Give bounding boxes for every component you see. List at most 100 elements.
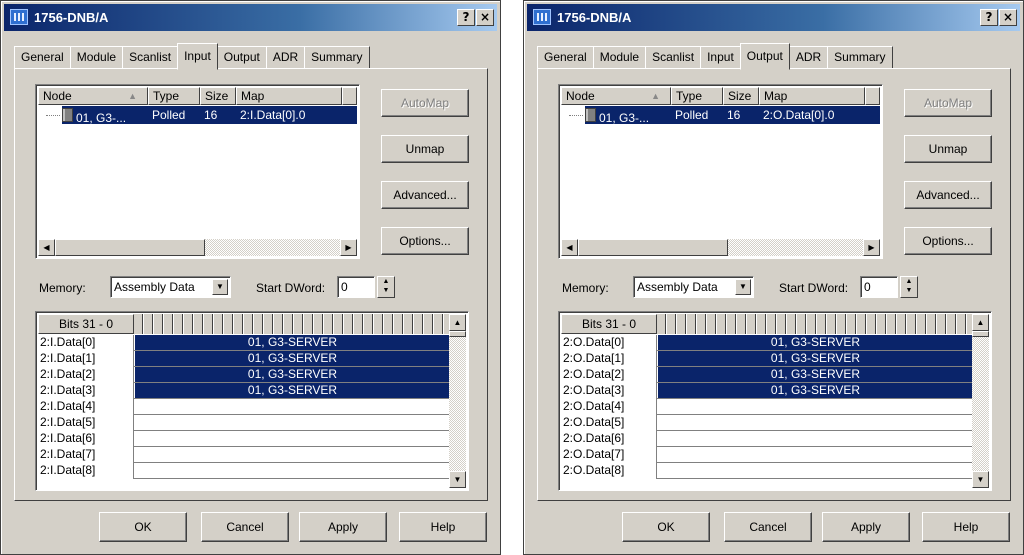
row-value[interactable]	[135, 447, 450, 462]
scroll-thumb[interactable]	[55, 239, 205, 256]
tab-adr[interactable]: ADR	[788, 46, 829, 69]
column-header-type[interactable]: Type	[148, 87, 200, 105]
tab-general[interactable]: General	[537, 46, 594, 69]
chevron-down-icon[interactable]: ▼	[735, 279, 751, 295]
start-dword-input[interactable]: 0	[860, 276, 898, 298]
row-value[interactable]: 01, G3-SERVER	[135, 383, 450, 398]
scroll-up-arrow-icon[interactable]: ▲	[972, 314, 989, 331]
spin-arrows-icon[interactable]: ▲ ▼	[900, 276, 918, 298]
help-title-button[interactable]: ?	[457, 9, 475, 26]
memory-select[interactable]: Assembly Data ▼	[633, 276, 754, 298]
spin-arrows-icon[interactable]: ▲ ▼	[377, 276, 395, 298]
tab-input[interactable]: Input	[177, 43, 218, 70]
column-header-size[interactable]: Size	[723, 87, 759, 105]
ok-button[interactable]: OK	[622, 512, 710, 542]
column-header-size[interactable]: Size	[200, 87, 236, 105]
row-value[interactable]	[135, 415, 450, 430]
scroll-thumb[interactable]	[449, 331, 466, 337]
tab-output[interactable]: Output	[216, 46, 267, 69]
advanced-button[interactable]: Advanced...	[381, 181, 469, 209]
ok-button[interactable]: OK	[99, 512, 187, 542]
scroll-thumb[interactable]	[578, 239, 728, 256]
table-row[interactable]: 2:I.Data[0] 01, G3-SERVER	[38, 335, 450, 351]
scanlist-row[interactable]: 01, G3-... Polled 16 2:I.Data[0].0	[38, 106, 357, 125]
row-value[interactable]	[135, 431, 450, 446]
unmap-button[interactable]: Unmap	[904, 135, 992, 163]
vertical-scrollbar[interactable]: ▲ ▼	[449, 314, 466, 488]
row-value[interactable]	[658, 431, 973, 446]
tab-input[interactable]: Input	[700, 46, 741, 69]
table-row[interactable]: 2:I.Data[3] 01, G3-SERVER	[38, 383, 450, 399]
row-value[interactable]	[658, 463, 973, 478]
horizontal-scrollbar[interactable]: ◀ ▶	[561, 239, 880, 256]
row-value[interactable]	[658, 399, 973, 414]
column-header-type[interactable]: Type	[671, 87, 723, 105]
table-row[interactable]: 2:I.Data[5]	[38, 415, 450, 431]
tab-summary[interactable]: Summary	[304, 46, 370, 69]
table-row[interactable]: 2:O.Data[4]	[561, 399, 973, 415]
scroll-left-arrow-icon[interactable]: ◀	[38, 239, 55, 256]
apply-button[interactable]: Apply	[822, 512, 910, 542]
tab-output[interactable]: Output	[739, 43, 790, 70]
table-row[interactable]: 2:O.Data[8]	[561, 463, 973, 479]
selected-row[interactable]: 01, G3-... Polled 16 2:I.Data[0].0	[62, 106, 357, 125]
options-button[interactable]: Options...	[381, 227, 469, 255]
row-value[interactable]: 01, G3-SERVER	[135, 351, 450, 366]
row-value[interactable]	[658, 447, 973, 462]
scroll-up-arrow-icon[interactable]: ▲	[449, 314, 466, 331]
table-row[interactable]: 2:I.Data[6]	[38, 431, 450, 447]
options-button[interactable]: Options...	[904, 227, 992, 255]
column-header-node[interactable]: Node ▲	[561, 87, 671, 105]
help-button[interactable]: Help	[399, 512, 487, 542]
scroll-right-arrow-icon[interactable]: ▶	[863, 239, 880, 256]
table-row[interactable]: 2:I.Data[8]	[38, 463, 450, 479]
column-header-node[interactable]: Node ▲	[38, 87, 148, 105]
horizontal-scrollbar[interactable]: ◀ ▶	[38, 239, 357, 256]
chevron-down-icon[interactable]: ▼	[212, 279, 228, 295]
table-row[interactable]: 2:O.Data[0] 01, G3-SERVER	[561, 335, 973, 351]
row-value[interactable]	[658, 415, 973, 430]
memory-map-grid[interactable]: Bits 31 - 0 2:O.Data[0] 01, G3-SERVER 2:…	[558, 311, 992, 491]
cancel-button[interactable]: Cancel	[201, 512, 289, 542]
scanlist-listview[interactable]: Node ▲ Type Size Map 01, G3-... Polled 16…	[35, 84, 360, 259]
scroll-down-arrow-icon[interactable]: ▼	[449, 471, 466, 488]
row-value[interactable]	[135, 463, 450, 478]
tab-scanlist[interactable]: Scanlist	[122, 46, 179, 69]
row-value[interactable]: 01, G3-SERVER	[658, 351, 973, 366]
automap-button[interactable]: AutoMap	[381, 89, 469, 117]
table-row[interactable]: 2:O.Data[3] 01, G3-SERVER	[561, 383, 973, 399]
unmap-button[interactable]: Unmap	[381, 135, 469, 163]
row-value[interactable]: 01, G3-SERVER	[658, 383, 973, 398]
close-button[interactable]: ×	[476, 9, 494, 26]
table-row[interactable]: 2:O.Data[7]	[561, 447, 973, 463]
close-button[interactable]: ×	[999, 9, 1017, 26]
memory-select[interactable]: Assembly Data ▼	[110, 276, 231, 298]
title-bar[interactable]: 1756-DNB/A ? ×	[527, 4, 1020, 31]
memory-map-grid[interactable]: Bits 31 - 0 2:I.Data[0] 01, G3-SERVER 2:…	[35, 311, 469, 491]
table-row[interactable]: 2:I.Data[2] 01, G3-SERVER	[38, 367, 450, 383]
automap-button[interactable]: AutoMap	[904, 89, 992, 117]
help-button[interactable]: Help	[922, 512, 1010, 542]
table-row[interactable]: 2:I.Data[1] 01, G3-SERVER	[38, 351, 450, 367]
table-row[interactable]: 2:I.Data[4]	[38, 399, 450, 415]
help-title-button[interactable]: ?	[980, 9, 998, 26]
title-bar[interactable]: 1756-DNB/A ? ×	[4, 4, 497, 31]
table-row[interactable]: 2:O.Data[6]	[561, 431, 973, 447]
table-row[interactable]: 2:O.Data[1] 01, G3-SERVER	[561, 351, 973, 367]
scanlist-row[interactable]: 01, G3-... Polled 16 2:O.Data[0].0	[561, 106, 880, 125]
scroll-thumb[interactable]	[972, 331, 989, 337]
column-header-map[interactable]: Map	[236, 87, 342, 105]
table-row[interactable]: 2:I.Data[7]	[38, 447, 450, 463]
selected-row[interactable]: 01, G3-... Polled 16 2:O.Data[0].0	[585, 106, 880, 125]
row-value[interactable]: 01, G3-SERVER	[135, 367, 450, 382]
tab-module[interactable]: Module	[69, 46, 124, 69]
row-value[interactable]	[135, 399, 450, 414]
start-dword-input[interactable]: 0	[337, 276, 375, 298]
scanlist-listview[interactable]: Node ▲ Type Size Map 01, G3-... Polled 16…	[558, 84, 883, 259]
row-value[interactable]: 01, G3-SERVER	[658, 367, 973, 382]
table-row[interactable]: 2:O.Data[5]	[561, 415, 973, 431]
tab-general[interactable]: General	[14, 46, 71, 69]
scroll-down-arrow-icon[interactable]: ▼	[972, 471, 989, 488]
tab-adr[interactable]: ADR	[265, 46, 306, 69]
cancel-button[interactable]: Cancel	[724, 512, 812, 542]
